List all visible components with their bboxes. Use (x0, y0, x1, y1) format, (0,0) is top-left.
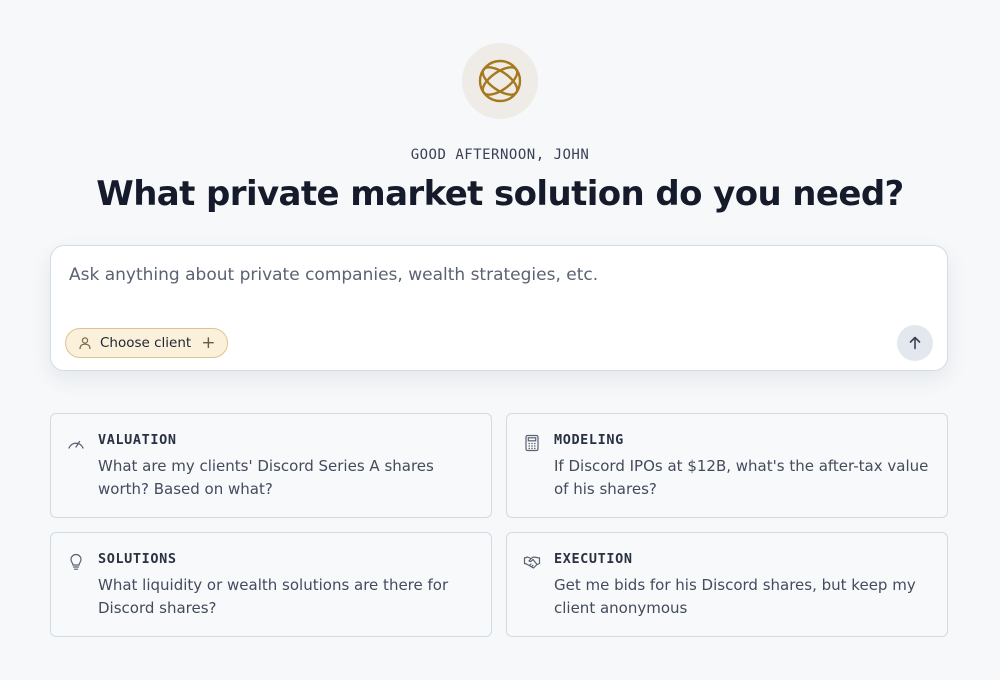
choose-client-label: Choose client (100, 335, 192, 351)
greeting-text: GOOD AFTERNOON, JOHN (410, 147, 590, 163)
suggestion-card-valuation[interactable]: VALUATION What are my clients' Discord S… (50, 413, 492, 518)
logo-rings-icon (478, 59, 522, 103)
card-question: What liquidity or wealth solutions are t… (98, 576, 449, 617)
card-tag: VALUATION (98, 432, 177, 448)
handshake-icon (523, 556, 541, 569)
card-question: What are my clients' Discord Series A sh… (98, 457, 434, 498)
prompt-box: Choose client + (50, 245, 948, 371)
prompt-input[interactable] (69, 260, 919, 290)
card-tag: SOLUTIONS (98, 551, 177, 567)
suggestion-card-modeling[interactable]: MODELING If Discord IPOs at $12B, what's… (506, 413, 948, 518)
person-icon (79, 337, 91, 350)
brand-logo (462, 43, 538, 119)
suggestion-card-solutions[interactable]: SOLUTIONS What liquidity or wealth solut… (50, 532, 492, 637)
choose-client-button[interactable]: Choose client + (65, 328, 229, 358)
card-tag: EXECUTION (554, 551, 633, 567)
arrow-up-icon (909, 336, 921, 350)
page-title: What private market solution do you need… (96, 174, 904, 214)
card-tag: MODELING (554, 432, 624, 448)
gauge-icon (68, 440, 84, 449)
calculator-icon (525, 434, 539, 452)
lightbulb-icon (70, 553, 82, 570)
plus-icon: + (201, 332, 216, 353)
card-question: If Discord IPOs at $12B, what's the afte… (554, 457, 929, 498)
card-question: Get me bids for his Discord shares, but … (554, 576, 916, 617)
send-button[interactable] (897, 325, 933, 361)
suggestion-card-execution[interactable]: EXECUTION Get me bids for his Discord sh… (506, 532, 948, 637)
